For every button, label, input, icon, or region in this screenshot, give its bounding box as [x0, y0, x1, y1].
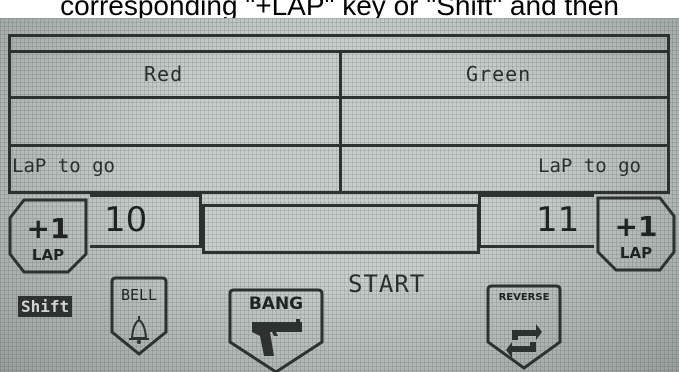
- plus-one-label: +1: [26, 212, 70, 245]
- bang-button[interactable]: BANG: [226, 286, 326, 372]
- left-lane-name: Red: [144, 62, 184, 86]
- reverse-button[interactable]: REVERSE: [484, 280, 564, 372]
- reverse-arrows-icon: [506, 324, 542, 358]
- row-line-1: [8, 50, 670, 53]
- bell-button[interactable]: BELL: [108, 272, 170, 358]
- row-line-3: [8, 144, 670, 147]
- right-laps-to-go-label: LaP to go: [538, 155, 641, 177]
- right-lane-name: Green: [466, 62, 532, 86]
- lcd-screen: Red Green LaP to go LaP to go +1 LAP 10 …: [0, 18, 679, 372]
- shift-button[interactable]: Shift: [18, 296, 73, 317]
- right-lap-count: 11: [536, 200, 580, 240]
- right-plus-one-lap-button[interactable]: +1 LAP: [594, 194, 678, 274]
- left-plus-one-lap-button[interactable]: +1 LAP: [6, 196, 90, 276]
- center-divider: [339, 50, 342, 194]
- lap-label: LAP: [619, 244, 653, 262]
- top-border: [8, 34, 670, 37]
- left-border: [8, 34, 11, 194]
- left-lap-count: 10: [104, 200, 148, 240]
- start-button[interactable]: START: [348, 270, 425, 298]
- lap-label: LAP: [31, 246, 65, 264]
- bell-icon: [129, 316, 149, 344]
- right-border: [667, 34, 670, 194]
- progress-bar-frame: [202, 204, 480, 254]
- left-laps-to-go-label: LaP to go: [12, 155, 115, 177]
- plus-one-label: +1: [614, 210, 658, 243]
- row-line-2: [8, 96, 670, 99]
- pistol-icon: [252, 319, 302, 356]
